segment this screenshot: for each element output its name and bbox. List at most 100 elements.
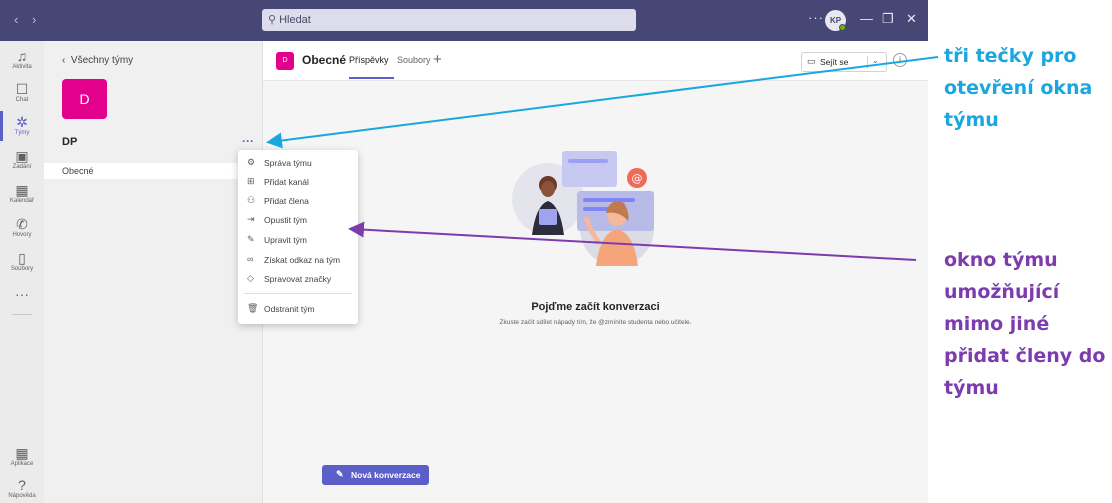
close-icon[interactable]: ✕ (906, 11, 917, 27)
compose-icon: ✎ (336, 469, 344, 479)
empty-state-title: Pojďme začít konverzaci (531, 301, 660, 313)
pencil-icon: ✎ (247, 234, 255, 244)
info-icon[interactable]: i (893, 53, 907, 67)
menu-item-get-link[interactable]: ∞ Získat odkaz na tým (238, 252, 358, 268)
add-member-icon: ⚇ (247, 195, 256, 205)
menu-item-add-member[interactable]: ⚇ Přidat člena (238, 193, 358, 209)
presence-status-icon (839, 24, 846, 31)
rail-divider (12, 314, 32, 315)
chevron-left-icon: ‹ (62, 55, 66, 66)
add-tab-icon[interactable]: + (433, 51, 442, 68)
leave-icon: ⇥ (247, 214, 255, 224)
link-icon: ∞ (247, 254, 254, 264)
menu-item-label: Odstranit tým (264, 304, 315, 314)
rail-item-chat[interactable]: ☐ Chat (0, 81, 44, 104)
meet-now-button[interactable]: ▭ Sejít se ⌄ (801, 52, 887, 72)
channel-item-general[interactable]: Obecné (44, 163, 263, 179)
channel-title: Obecné (302, 53, 347, 67)
phone-icon: ✆ (16, 216, 28, 232)
meet-label: Sejít se (820, 57, 849, 67)
menu-divider (244, 293, 352, 294)
app-rail: ♫ Aktivita ☐ Chat ✲ Týmy ▣ Zadání ▦ Kale… (0, 41, 44, 503)
menu-item-label: Opustit tým (264, 215, 307, 225)
search-icon: ⚲ (268, 14, 277, 26)
rail-label: Týmy (14, 130, 30, 136)
rail-label: Soubory (10, 266, 34, 272)
menu-item-label: Upravit tým (264, 235, 307, 245)
teams-window: ‹ › ⚲ Hledat ··· KP — ❐ ✕ ♫ Aktivita ☐ Ch… (0, 0, 928, 503)
screenshot-stage: ‹ › ⚲ Hledat ··· KP — ❐ ✕ ♫ Aktivita ☐ Ch… (0, 0, 1112, 503)
rail-item-activity[interactable]: ♫ Aktivita (0, 48, 44, 71)
more-options-icon[interactable]: ··· (808, 10, 824, 25)
active-tab-underline (349, 77, 394, 79)
title-bar: ‹ › ⚲ Hledat ··· KP — ❐ ✕ (0, 0, 928, 41)
minimize-icon[interactable]: — (860, 11, 873, 26)
menu-item-manage-tags[interactable]: ◇ Spravovat značky (238, 271, 358, 287)
channel-label: Obecné (62, 166, 94, 176)
files-icon: ▯ (18, 250, 26, 266)
chevron-down-icon[interactable]: ⌄ (872, 56, 879, 65)
annotation-three-dots: tři tečky pro otevření okna týmu (944, 45, 1093, 131)
rail-label: Zadání (12, 164, 32, 170)
rail-label: Aktivita (12, 64, 32, 70)
video-icon: ▭ (807, 56, 816, 66)
button-divider (867, 56, 868, 69)
teams-icon: ✲ (16, 114, 28, 130)
trash-icon: 🗑 (247, 303, 259, 313)
annotation-team-window: okno týmu umožňující mimo jiné přidat čl… (944, 249, 1106, 399)
rail-label: Chat (15, 97, 29, 103)
team-options-menu: ⚙ Správa týmu ⊞ Přidat kanál ⚇ Přidat čl… (238, 150, 358, 324)
chat-icon: ☐ (15, 81, 29, 97)
conversation-illustration: @ (512, 151, 654, 266)
calendar-icon: ▦ (15, 182, 29, 198)
search-input[interactable]: ⚲ Hledat (262, 9, 636, 31)
menu-item-label: Správa týmu (264, 158, 312, 168)
back-arrow-icon[interactable]: ‹ (14, 12, 18, 27)
tab-files[interactable]: Soubory (397, 55, 431, 65)
tag-icon: ◇ (247, 273, 254, 283)
rail-item-calls[interactable]: ✆ Hovory (0, 216, 44, 239)
help-icon: ? (18, 477, 26, 493)
assignments-icon: ▣ (15, 148, 29, 164)
all-teams-label: Všechny týmy (70, 55, 134, 66)
rail-item-apps[interactable]: ▦ Aplikace (0, 445, 44, 468)
rail-item-teams[interactable]: ✲ Týmy (0, 114, 44, 137)
menu-item-edit-team[interactable]: ✎ Upravit tým (238, 232, 358, 248)
rail-label: Aplikace (10, 461, 34, 467)
rail-label: Hovory (12, 232, 32, 238)
channel-team-icon: D (276, 52, 294, 70)
bell-icon: ♫ (16, 48, 28, 64)
add-channel-icon: ⊞ (247, 176, 255, 186)
forward-arrow-icon[interactable]: › (32, 12, 36, 27)
apps-icon: ▦ (15, 445, 29, 461)
rail-label: Kalendář (9, 198, 35, 204)
all-teams-link[interactable]: ‹ Všechny týmy (62, 55, 133, 66)
menu-item-label: Přidat kanál (264, 177, 309, 187)
team-name: DP (62, 136, 78, 148)
channel-header: D Obecné Příspěvky Soubory + ▭ Sejít se … (263, 41, 928, 81)
search-placeholder: Hledat (279, 14, 311, 26)
channel-main-area: D Obecné Příspěvky Soubory + ▭ Sejít se … (263, 41, 928, 503)
rail-item-help[interactable]: ? Nápověda (0, 477, 44, 500)
svg-text:@: @ (632, 172, 643, 185)
menu-item-manage-team[interactable]: ⚙ Správa týmu (238, 155, 358, 171)
team-more-options-button[interactable]: ··· (242, 134, 254, 148)
new-conversation-label: Nová konverzace (351, 470, 421, 480)
rail-more-apps[interactable]: ··· (0, 286, 44, 302)
menu-item-add-channel[interactable]: ⊞ Přidat kanál (238, 174, 358, 190)
team-avatar: D (62, 79, 107, 119)
menu-item-label: Přidat člena (264, 196, 309, 206)
more-icon: ··· (15, 286, 29, 302)
empty-state-subtitle: Zkuste začít sdílet nápady tím, že @zmín… (499, 319, 692, 326)
maximize-icon[interactable]: ❐ (882, 11, 894, 27)
tab-posts[interactable]: Příspěvky (349, 55, 389, 65)
rail-item-calendar[interactable]: ▦ Kalendář (0, 182, 44, 205)
menu-item-label: Získat odkaz na tým (264, 255, 341, 265)
new-conversation-button[interactable]: ✎ Nová konverzace (322, 465, 429, 485)
team-list-pane: ‹ Všechny týmy D DP ··· Obecné (44, 41, 263, 503)
rail-item-assignments[interactable]: ▣ Zadání (0, 148, 44, 171)
menu-item-delete-team[interactable]: 🗑 Odstranit tým (238, 301, 358, 317)
gear-icon: ⚙ (247, 157, 256, 167)
menu-item-leave-team[interactable]: ⇥ Opustit tým (238, 212, 358, 228)
rail-item-files[interactable]: ▯ Soubory (0, 250, 44, 273)
